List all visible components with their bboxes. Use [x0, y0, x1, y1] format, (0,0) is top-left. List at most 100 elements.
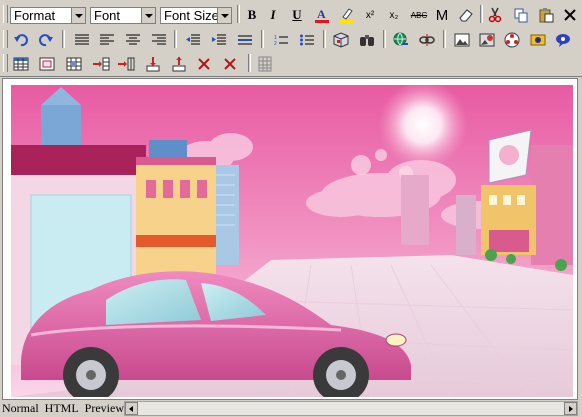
insert-row-icon: [118, 57, 135, 71]
insert-comment-button[interactable]: [553, 31, 573, 49]
table-grid-icon: [66, 57, 82, 71]
paste-button[interactable]: [536, 6, 556, 24]
ordered-list-icon: 12: [274, 35, 288, 46]
undo-icon: [14, 34, 28, 47]
align-left-button[interactable]: [97, 31, 117, 49]
horizontal-rule-button[interactable]: [235, 31, 255, 49]
unlink-button[interactable]: [417, 31, 437, 49]
cut-button[interactable]: [485, 6, 505, 24]
find-button[interactable]: [357, 31, 377, 49]
scroll-left-icon[interactable]: [125, 402, 138, 415]
eraser-button[interactable]: [456, 6, 476, 24]
toolbar-separator: [237, 5, 240, 23]
indent-button[interactable]: [209, 31, 229, 49]
table-properties-button[interactable]: [37, 55, 57, 73]
editor-area[interactable]: [2, 78, 578, 400]
font-size-select-value: Font Size: [164, 8, 219, 23]
subscript-button[interactable]: x₂: [384, 6, 404, 24]
image-edit-icon: [479, 33, 495, 47]
insert-column-icon: [93, 57, 110, 71]
copy-icon: [514, 8, 528, 23]
speech-bubble-icon: [556, 34, 570, 47]
chevron-down-icon: [217, 8, 231, 23]
insert-image-button[interactable]: [452, 31, 472, 49]
bold-button[interactable]: B: [242, 6, 262, 24]
toolbar-grip[interactable]: [3, 30, 8, 48]
font-size-select[interactable]: Font Size: [160, 7, 232, 24]
toolbar-separator: [323, 30, 326, 48]
tab-normal[interactable]: Normal: [2, 401, 39, 415]
toolbar: Format Font Font Size B I U A x² x₂ ABC …: [0, 0, 582, 77]
toolbar-grip[interactable]: [3, 5, 8, 23]
toolbar-separator: [62, 30, 65, 48]
svg-text:A: A: [317, 7, 326, 21]
image-icon: [454, 33, 470, 47]
copy-button[interactable]: [511, 6, 531, 24]
toolbar-separator: [480, 5, 483, 23]
cube-icon: [333, 32, 349, 48]
status-bar: Normal HTML Preview: [0, 400, 582, 417]
toolbar-separator: [383, 30, 386, 48]
scissors-icon: [488, 7, 502, 23]
indent-icon: [212, 34, 226, 45]
insert-row-button[interactable]: [116, 55, 136, 73]
chevron-down-icon: [71, 8, 85, 23]
tab-html[interactable]: HTML: [45, 401, 79, 415]
underline-button[interactable]: U: [287, 6, 307, 24]
toolbar-row-1: Format Font Font Size B I U A x² x₂ ABC …: [0, 2, 582, 26]
merge-cell-button[interactable]: [169, 55, 189, 73]
horizontal-scrollbar[interactable]: [124, 401, 578, 416]
font-color-button[interactable]: A: [312, 6, 332, 24]
outdent-icon: [186, 34, 200, 45]
delete-row-icon: [224, 58, 236, 70]
film-reel-icon: [504, 32, 520, 48]
format-select[interactable]: Format: [10, 7, 86, 24]
superscript-button[interactable]: x²: [360, 6, 380, 24]
street-scene-image[interactable]: [11, 85, 573, 397]
split-cell-button[interactable]: [143, 55, 163, 73]
globe-link-icon: [393, 32, 408, 46]
unordered-list-button[interactable]: [297, 31, 317, 49]
insert-media-button[interactable]: [502, 31, 522, 49]
table-properties-icon: [39, 57, 55, 71]
svg-text:2: 2: [274, 41, 277, 46]
align-right-icon: [152, 34, 166, 45]
toolbar-grip[interactable]: [3, 54, 8, 72]
italic-button[interactable]: I: [263, 6, 283, 24]
delete-column-button[interactable]: [194, 55, 214, 73]
highlight-button[interactable]: [336, 6, 356, 24]
insert-link-button[interactable]: [391, 31, 411, 49]
strikethrough-button[interactable]: ABC: [409, 6, 429, 24]
close-icon: [564, 9, 576, 21]
cell-properties-button[interactable]: [64, 55, 84, 73]
font-select-value: Font: [94, 8, 121, 23]
image-properties-button[interactable]: [477, 31, 497, 49]
delete-row-button[interactable]: [220, 55, 240, 73]
insert-column-button[interactable]: [91, 55, 111, 73]
tab-preview[interactable]: Preview: [85, 401, 124, 415]
align-right-button[interactable]: [149, 31, 169, 49]
close-button[interactable]: [560, 6, 580, 24]
toggle-borders-button[interactable]: [255, 55, 275, 73]
chevron-down-icon: [141, 8, 155, 23]
redo-button[interactable]: [36, 31, 56, 49]
outdent-button[interactable]: [183, 31, 203, 49]
insert-table-button[interactable]: [11, 55, 31, 73]
insert-object-button[interactable]: [331, 31, 351, 49]
table-icon: [13, 57, 29, 71]
delete-column-icon: [198, 58, 210, 70]
toolbar-separator: [174, 30, 177, 48]
align-justify-icon: [75, 34, 89, 45]
insert-flash-button[interactable]: [528, 31, 548, 49]
justify-full-button[interactable]: [72, 31, 92, 49]
align-left-icon: [100, 34, 114, 45]
merge-cell-icon: [172, 57, 186, 72]
undo-button[interactable]: [11, 31, 31, 49]
split-cell-icon: [146, 57, 160, 72]
m-button[interactable]: M: [432, 6, 452, 24]
ordered-list-button[interactable]: 12: [271, 31, 291, 49]
align-center-button[interactable]: [123, 31, 143, 49]
font-select[interactable]: Font: [90, 7, 156, 24]
binoculars-icon: [360, 35, 374, 46]
scroll-right-icon[interactable]: [564, 402, 577, 415]
